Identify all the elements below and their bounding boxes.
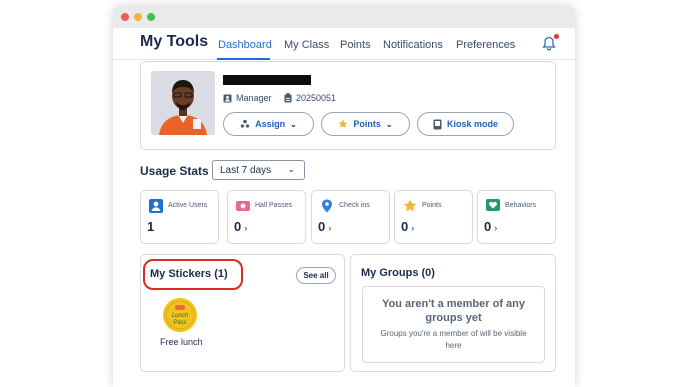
user-name-redacted [223,75,311,85]
tab-preferences[interactable]: Preferences [456,39,515,51]
star-icon [403,199,417,212]
stat-card-behaviors[interactable]: Behaviors 0 › [477,190,556,244]
notification-dot [554,34,559,39]
groups-title: My Groups (0) [361,267,435,279]
sticker-text-2: Pass [173,320,186,326]
sticker-caption: Free lunch [160,337,203,347]
chevron-down-icon: ⌄ [287,164,295,174]
kiosk-mode-button[interactable]: Kiosk mode [417,112,514,136]
stat-card-points[interactable]: Points 0 › [394,190,473,244]
role-text: Manager [236,93,272,103]
stat-label: Hall Passes [255,202,292,209]
lunch-pass-sticker[interactable]: Lunch Pass [163,298,197,332]
groups-empty-state: You aren't a member of any groups yet Gr… [362,286,545,363]
badge-icon [284,93,292,103]
date-range-value: Last 7 days [220,165,272,176]
tab-points[interactable]: Points [340,39,371,51]
user-icon [149,199,163,213]
groups-card: My Groups (0) You aren't a member of any… [350,254,556,372]
close-window-button[interactable] [121,13,129,21]
stat-label: Behaviors [505,202,537,209]
groups-empty-text: Groups you're a member of will be visibl… [380,329,527,350]
stat-value: 0 › [234,219,248,234]
maximize-window-button[interactable] [147,13,155,21]
profile-card: Manager 20250051 Assign ⌄ Points ⌄ Kiosk… [140,61,556,150]
avatar [151,71,215,135]
stickers-card: My Stickers (1) See all Lunch Pass Free … [140,254,345,372]
usage-stats-title: Usage Stats [140,164,209,178]
top-nav: My Tools Dashboard My Class Points Notif… [113,28,575,60]
star-icon [339,119,348,128]
stat-label: Active Users [168,202,208,209]
heart-icon [486,199,500,211]
id-card-icon [223,94,232,102]
stat-card-check-ins[interactable]: Check ins 0 › [311,190,390,244]
active-tab-indicator [217,58,270,60]
chevron-right-icon: › [244,223,248,233]
stickers-title: My Stickers (1) [150,268,228,280]
app-window: My Tools Dashboard My Class Points Notif… [113,6,575,387]
groups-empty-title: You aren't a member of any groups yet [381,298,525,324]
role-meta: Manager [223,93,272,103]
page-title: My Tools [140,33,209,50]
assign-label: Assign [255,119,286,129]
id-text: 20250051 [296,93,337,103]
id-meta: 20250051 [284,93,336,103]
tab-dashboard[interactable]: Dashboard [218,39,272,51]
chevron-right-icon: › [411,223,415,233]
ticket-icon [236,201,250,211]
see-all-button[interactable]: See all [296,267,336,284]
points-button[interactable]: Points ⌄ [321,112,410,136]
pin-icon [322,199,332,213]
tab-my-class[interactable]: My Class [284,39,329,51]
kiosk-icon [433,119,442,129]
stat-value: 0 › [401,219,415,234]
tab-notifications[interactable]: Notifications [383,39,443,51]
points-label: Points [353,119,381,129]
stat-card-active-users[interactable]: Active Users 1 [140,190,219,244]
stat-card-hall-passes[interactable]: Hall Passes 0 › [227,190,306,244]
people-icon [240,119,250,128]
minimize-window-button[interactable] [134,13,142,21]
chevron-down-icon: ⌄ [290,119,297,129]
assign-button[interactable]: Assign ⌄ [223,112,314,136]
stat-label: Points [422,202,442,209]
kiosk-label: Kiosk mode [446,119,498,129]
stat-value: 0 › [318,219,332,234]
date-range-select[interactable]: Last 7 days ⌄ [212,160,305,180]
stat-label: Check ins [339,202,370,209]
window-titlebar [113,6,575,28]
sticker-text-1: Lunch [172,313,189,319]
chevron-down-icon: ⌄ [385,119,393,129]
chevron-right-icon: › [328,223,332,233]
stat-value: 1 [147,219,155,234]
chevron-right-icon: › [494,223,498,233]
stat-value: 0 › [484,219,498,234]
